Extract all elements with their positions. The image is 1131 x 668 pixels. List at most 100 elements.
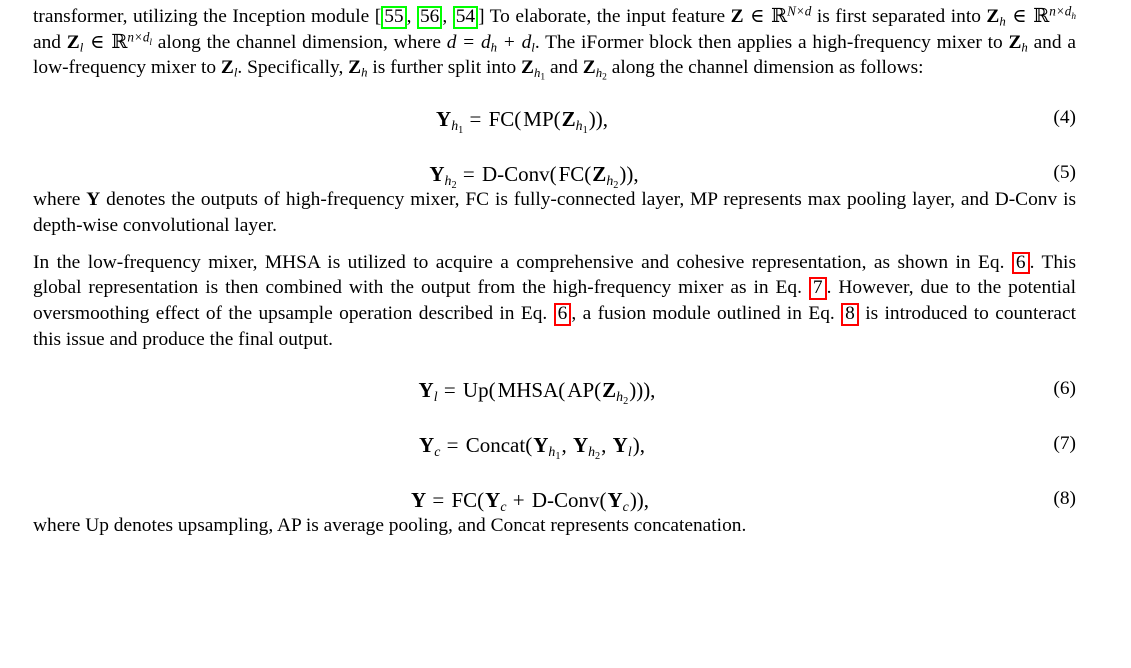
eq5-tail: )), — [619, 162, 639, 187]
citation-separator: , — [406, 6, 417, 27]
eq4-tail: )), — [588, 107, 608, 132]
eq6-up: Up( — [462, 378, 496, 403]
math-realset-2: ℝ — [1033, 6, 1050, 27]
eq8-lhs: Y — [410, 488, 427, 513]
eq7-arg1: Y — [533, 433, 549, 458]
para1-segment-h: . Specifically, — [237, 57, 349, 79]
equation-6-body: Yl = Up(MHSA(AP(Zh2))), — [418, 378, 691, 407]
eq4-var-Z: Z — [561, 107, 576, 132]
paragraph-transformer-inception: transformer, utilizing the Inception mod… — [33, 3, 1076, 83]
math-equals: = — [463, 31, 475, 53]
citation-55[interactable]: 55 — [381, 6, 407, 29]
eq5-lhs: Y — [429, 162, 445, 187]
eq4-fc: FC( — [488, 107, 522, 132]
math-Zh2: Z — [582, 57, 596, 79]
eq7-arg2-sub-h: h — [588, 444, 596, 460]
eq8-equals: = — [432, 488, 445, 513]
math-Zh-subscript: h — [999, 14, 1006, 29]
eq7-tail: ), — [632, 433, 645, 458]
equation-5-row: Yh2 = D-Conv(FC(Zh2)), (5) — [33, 162, 1076, 191]
eq7-arg2: Y — [572, 433, 589, 458]
para2-segment-b: denotes the outputs of high-frequency mi… — [33, 189, 1077, 236]
eq4-lhs: Y — [436, 107, 452, 132]
eq5-fc: FC( — [558, 162, 592, 187]
math-d: d — [446, 31, 457, 53]
paper-content-column: transformer, utilizing the Inception mod… — [33, 4, 1076, 539]
para3-segment-a: In the low-frequency mixer, MHSA is util… — [33, 251, 1012, 273]
math-Zl: Z — [66, 31, 80, 53]
math-exp-nxdl: n×d — [127, 29, 150, 45]
paragraph-low-frequency-mixer: In the low-frequency mixer, MHSA is util… — [33, 250, 1076, 353]
math-realset-3: ℝ — [111, 31, 128, 53]
equation-ref-8[interactable]: 8 — [841, 302, 859, 326]
math-Z: Z — [730, 6, 744, 27]
eq8-plus: + — [512, 488, 525, 513]
equation-ref-6-a[interactable]: 6 — [1011, 251, 1030, 275]
equation-4-number: (4) — [1053, 107, 1076, 129]
math-plus: + — [503, 31, 515, 53]
eq7-concat: Concat( — [465, 433, 533, 458]
eq7-arg3: Y — [612, 433, 628, 458]
eq6-var-Z: Z — [602, 378, 617, 403]
math-Zh-2: Z — [1008, 31, 1022, 53]
eq8-fc: FC( — [451, 488, 485, 513]
eq6-tail: ))), — [629, 378, 656, 403]
eq7-comma-1: , — [561, 433, 572, 458]
equation-5-body: Yh2 = D-Conv(FC(Zh2)), — [429, 162, 679, 191]
eq8-arg1: Y — [485, 488, 501, 513]
eq6-lhs: Y — [418, 378, 434, 403]
math-exp-nxdh: n×d — [1049, 3, 1072, 19]
para1-segment-j: and — [545, 57, 583, 79]
para1-segment-b: ] To elaborate, the input feature — [478, 6, 731, 27]
eq8-dconv: D-Conv( — [531, 488, 607, 513]
eq7-lhs: Y — [419, 433, 435, 458]
eq7-equals: = — [446, 433, 459, 458]
math-Y: Y — [86, 189, 101, 211]
eq7-arg1-subscript: h1 — [548, 444, 560, 462]
eq5-equals: = — [462, 162, 475, 187]
para1-segment-d: and — [33, 31, 67, 53]
eq6-lhs-subscript: l — [433, 389, 438, 405]
para1-segment-c: is first separated into — [811, 6, 987, 27]
math-exp-nxdh-sub: h — [1071, 11, 1076, 22]
eq6-equals: = — [443, 378, 456, 403]
equation-ref-7[interactable]: 7 — [808, 277, 827, 300]
equation-7-body: Yc = Concat(Yh1, Yh2, Yl), — [419, 433, 690, 462]
math-realset: ℝ — [770, 6, 788, 27]
eq6-var-subscript: h2 — [616, 389, 628, 407]
equation-8-body: Y = FC(Yc + D-Conv(Yc)), — [411, 488, 698, 513]
equation-ref-6-b[interactable]: 6 — [553, 302, 572, 326]
para2-segment-a: where — [33, 189, 87, 211]
para1-segment-i: is further split into — [367, 57, 522, 79]
math-dh: d — [480, 31, 491, 53]
eq4-lhs-sub-num: 1 — [458, 124, 464, 136]
para1-segment-f: . The iFormer block then applies a high-… — [534, 31, 1009, 53]
para1-segment-k: along the channel dimension as follows: — [606, 57, 924, 79]
math-Zh: Z — [986, 6, 1000, 27]
eq8-arg2: Y — [607, 488, 623, 513]
paragraph-where-Y-denotes: where Y denotes the outputs of high-freq… — [33, 187, 1076, 238]
math-dl: d — [521, 31, 532, 53]
eq4-var-subscript: h1 — [575, 117, 588, 136]
para3-segment-d: , a fusion module outlined in Eq. — [571, 302, 842, 324]
eq8-arg1-subscript: c — [500, 499, 507, 515]
eq6-ap: AP( — [567, 378, 602, 403]
eq5-dconv: D-Conv( — [481, 162, 557, 187]
equation-7-number: (7) — [1053, 433, 1076, 455]
eq5-lhs-sub-num: 2 — [451, 179, 457, 191]
para1-segment-e: along the channel dimension, where — [152, 31, 447, 53]
eq8-tail: )), — [629, 488, 650, 513]
math-in-operator-2: ∈ — [1012, 6, 1027, 27]
eq5-lhs-subscript: h2 — [445, 173, 457, 191]
citation-54[interactable]: 54 — [452, 6, 479, 29]
equation-8-row: Y = FC(Yc + D-Conv(Yc)), (8) — [33, 488, 1076, 513]
eq4-mp: MP( — [523, 107, 561, 132]
eq4-var-sub-h: h — [575, 117, 583, 133]
citation-56[interactable]: 56 — [416, 6, 443, 29]
eq6-mhsa: MHSA( — [497, 378, 566, 403]
math-in-operator-3: ∈ — [90, 31, 105, 53]
eq5-var-Z: Z — [592, 162, 607, 187]
math-Zh1-subscript: h1 — [534, 66, 545, 83]
math-exp-Nxd: N×d — [787, 3, 812, 19]
math-Zl-2: Z — [220, 57, 234, 79]
